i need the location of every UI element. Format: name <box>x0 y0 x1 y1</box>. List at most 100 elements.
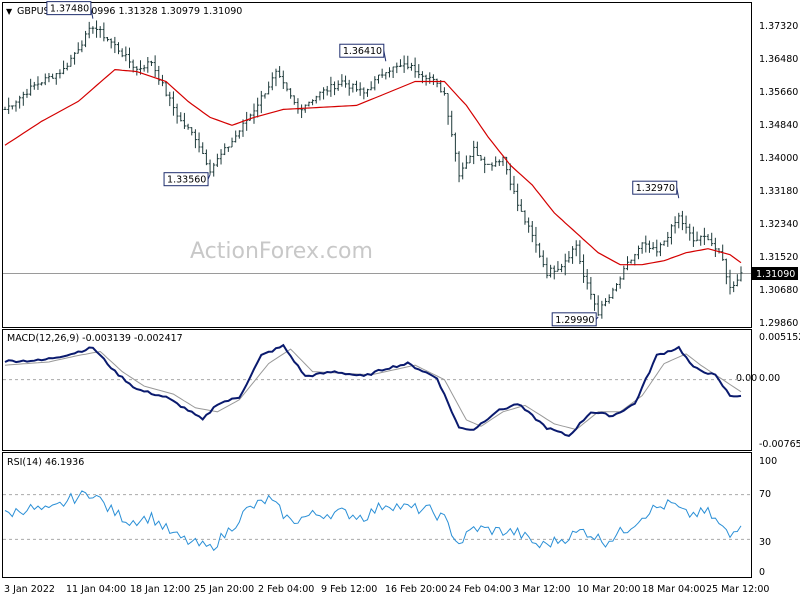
price-bar <box>205 149 208 165</box>
price-bar <box>66 63 69 71</box>
price-bar <box>703 228 706 245</box>
price-bar <box>84 31 87 47</box>
price-bar <box>95 20 98 37</box>
price-tick-label: 1.34000 <box>759 153 798 164</box>
price-bar <box>209 160 212 175</box>
rsi-tick-label: 70 <box>759 489 771 500</box>
price-bar <box>293 95 296 104</box>
price-bar <box>542 250 545 267</box>
price-bar <box>516 184 519 211</box>
price-bar <box>289 88 292 99</box>
price-bar <box>692 227 695 247</box>
price-bar <box>337 80 340 91</box>
price-bar <box>370 81 373 90</box>
x-tick-label: 24 Feb 04:00 <box>449 584 511 595</box>
price-bar <box>509 163 512 190</box>
price-bar <box>414 58 417 78</box>
price-bar <box>216 154 219 167</box>
price-bar <box>465 156 468 169</box>
price-bar <box>183 113 186 129</box>
price-bar <box>62 61 65 75</box>
price-tick-label: 1.37320 <box>759 21 798 32</box>
price-bar <box>432 74 435 85</box>
price-bar <box>611 288 614 299</box>
price-bar <box>29 79 32 96</box>
x-tick-label: 25 Mar 12:00 <box>706 584 769 595</box>
price-bar <box>176 104 179 124</box>
price-bar <box>355 81 358 92</box>
price-bar <box>223 143 226 155</box>
price-bar <box>194 129 197 148</box>
price-bar <box>626 256 629 270</box>
price-bar <box>143 65 146 72</box>
price-bar <box>699 236 702 246</box>
price-bar <box>710 233 713 246</box>
x-tick-label: 18 Jan 12:00 <box>130 584 190 595</box>
price-bar <box>608 294 611 303</box>
macd-tick-label: 0.005152 <box>759 332 800 343</box>
collapse-arrow-icon[interactable]: ▼ <box>6 7 13 16</box>
price-bar <box>403 55 406 72</box>
swing-annotation-label: 1.36410 <box>343 46 382 57</box>
price-bar <box>681 211 684 230</box>
price-bar <box>677 213 680 228</box>
price-bar <box>637 246 640 260</box>
price-bar <box>630 260 633 264</box>
price-bar <box>425 75 428 86</box>
price-bar <box>212 163 215 177</box>
price-bar <box>238 130 241 138</box>
price-bar <box>351 83 354 92</box>
price-bar <box>410 63 413 71</box>
price-bar <box>102 22 105 41</box>
price-bar <box>366 89 369 97</box>
price-bar <box>132 60 135 73</box>
price-bar <box>534 227 537 253</box>
chart-svg: ActionForex.com ▼ GBPUSD,H4 1.30996 1.31… <box>0 0 800 600</box>
price-bar <box>718 248 721 253</box>
price-bar <box>33 82 36 90</box>
price-bar <box>472 141 475 164</box>
swing-annotation: 1.29990 <box>552 313 598 326</box>
swing-annotation-label: 1.29990 <box>555 315 594 326</box>
price-bar <box>436 79 439 88</box>
rsi-panel-header: RSI(14) 46.1936 <box>7 457 84 468</box>
price-y-axis: 1.37320 1.36480 1.35660 1.34840 1.34000 … <box>759 21 798 329</box>
price-bar <box>157 66 160 85</box>
price-bar <box>80 40 83 52</box>
price-bar <box>622 266 625 280</box>
price-bar <box>461 162 464 179</box>
price-bar <box>18 96 21 109</box>
x-tick-label: 25 Jan 20:00 <box>194 584 254 595</box>
price-bar <box>172 91 175 115</box>
x-tick-label: 9 Feb 12:00 <box>321 584 377 595</box>
price-bar <box>655 240 658 257</box>
price-bar <box>348 80 351 96</box>
price-bar <box>282 71 285 89</box>
price-bar <box>685 216 688 234</box>
price-bar <box>736 274 739 286</box>
price-tick-label: 1.36480 <box>759 54 798 65</box>
price-tick-label: 1.35660 <box>759 87 798 98</box>
price-bar <box>69 55 72 67</box>
price-bar <box>494 156 497 166</box>
price-bar <box>329 77 332 97</box>
price-bar <box>234 131 237 143</box>
moving-average-layer <box>5 70 741 265</box>
price-bar <box>553 265 556 279</box>
price-bar <box>458 151 461 182</box>
price-bar <box>344 76 347 88</box>
price-bar <box>40 82 43 85</box>
price-bar <box>641 242 644 253</box>
price-bar <box>443 87 446 95</box>
price-bar <box>359 82 362 96</box>
price-bar <box>187 124 190 130</box>
price-bar <box>480 155 483 161</box>
price-bar <box>663 241 666 246</box>
price-bar <box>256 98 259 118</box>
price-bar <box>77 42 80 53</box>
price-bar <box>392 67 395 78</box>
price-bar <box>571 246 574 264</box>
price-bar <box>469 155 472 163</box>
price-bar <box>512 176 515 194</box>
price-bar <box>245 112 248 131</box>
